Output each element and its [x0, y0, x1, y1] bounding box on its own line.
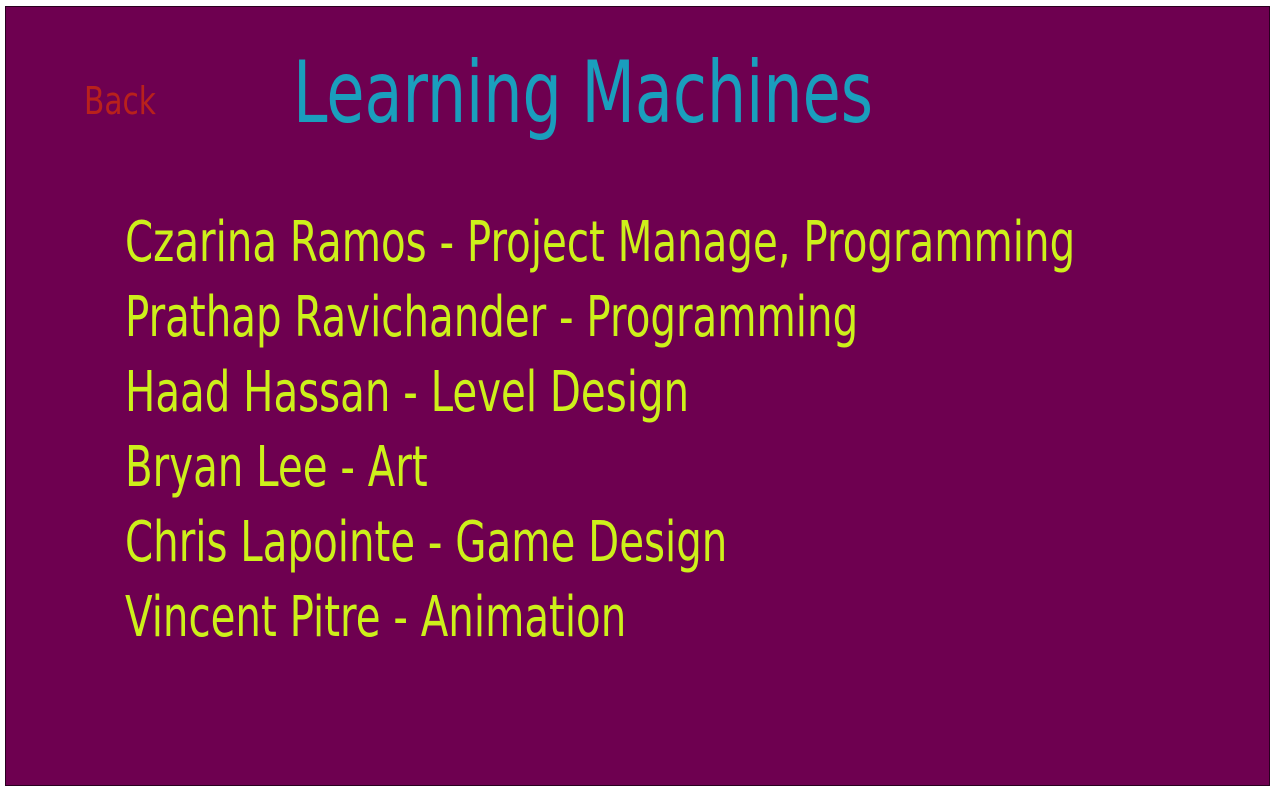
credit-line: Chris Lapointe - Game Design	[125, 510, 728, 575]
credits-screen: Back Learning Machines Czarina Ramos - P…	[5, 6, 1270, 786]
credit-line: Haad Hassan - Level Design	[125, 360, 690, 425]
credit-line: Bryan Lee - Art	[125, 435, 428, 500]
credit-line: Prathap Ravichander - Programming	[125, 285, 859, 350]
back-button[interactable]: Back	[84, 79, 156, 123]
credit-line: Vincent Pitre - Animation	[125, 585, 627, 650]
page-title: Learning Machines	[293, 43, 873, 143]
credits-list: Czarina Ramos - Project Manage, Programm…	[125, 205, 1276, 655]
credit-line: Czarina Ramos - Project Manage, Programm…	[125, 210, 1076, 275]
